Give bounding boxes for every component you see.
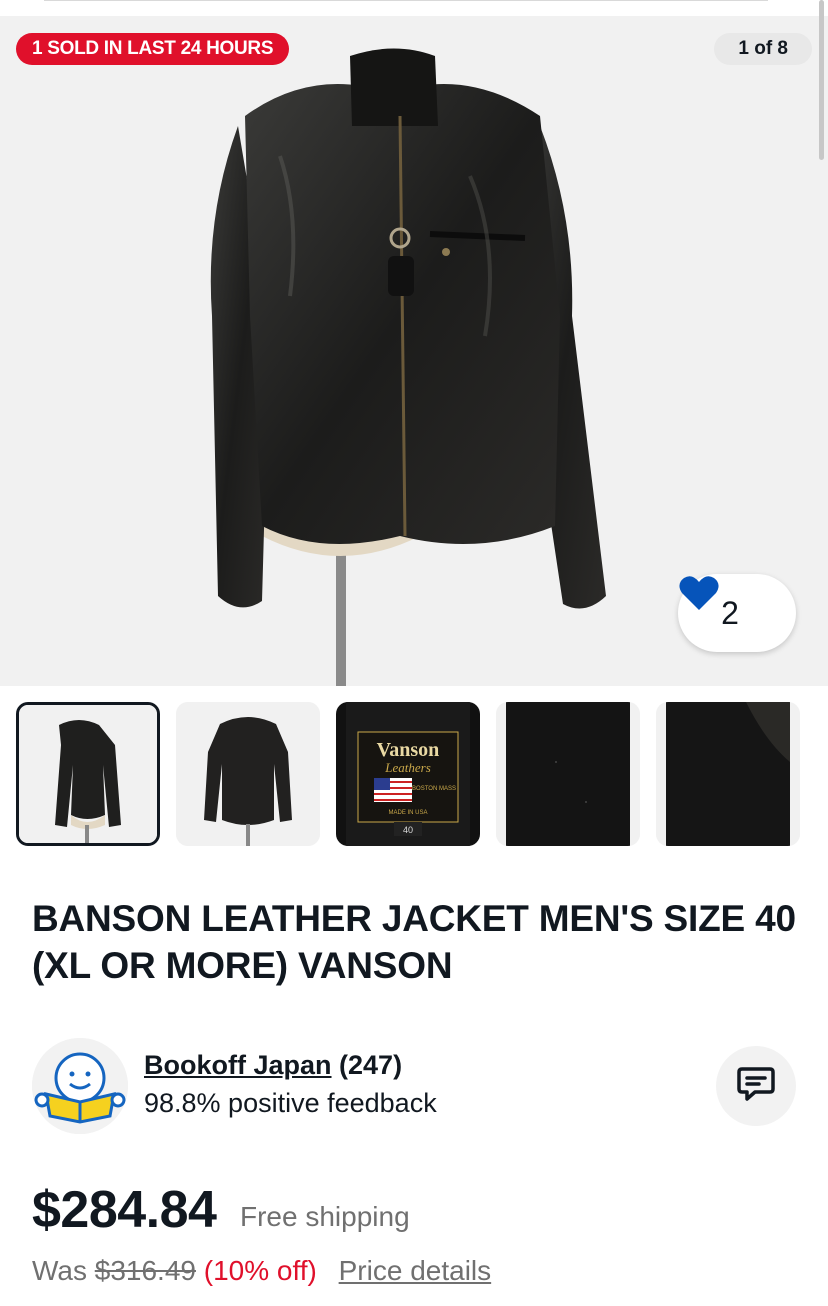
was-label: Was (32, 1255, 87, 1286)
watch-count: 2 (721, 594, 739, 631)
scrollbar[interactable] (819, 0, 824, 160)
thumbnail-4[interactable] (496, 702, 640, 846)
listing-title: BANSON LEATHER JACKET MEN'S SIZE 40 (XL … (32, 898, 796, 986)
thumbnail-1[interactable] (16, 702, 160, 846)
label-made: MADE IN USA (388, 810, 427, 816)
label-line2: Leathers (384, 760, 431, 775)
seller-feedback-count: (247) (339, 1050, 403, 1080)
watch-button[interactable]: 2 (678, 574, 796, 652)
price: $284.84 (32, 1181, 217, 1239)
seller-logo[interactable] (32, 1038, 128, 1134)
image-counter: 1 of 8 (714, 33, 812, 65)
message-icon (737, 1066, 775, 1107)
was-price-line: Was $316.49 (10% off) Price details (32, 1255, 491, 1287)
seller-name-line: Bookoff Japan (247) (144, 1050, 402, 1081)
shipping-info: Free shipping (240, 1201, 410, 1232)
seller-feedback-score: 98.8% positive feedback (144, 1088, 437, 1118)
discount: (10% off) (203, 1255, 317, 1286)
thumbnail-strip: Vanson Leathers BOSTON MASS MADE IN USA … (16, 702, 828, 846)
thumbnail-2[interactable] (176, 702, 320, 846)
seller-name-link[interactable]: Bookoff Japan (144, 1050, 332, 1080)
thumbnail-5[interactable] (656, 702, 800, 846)
label-city: BOSTON MASS (412, 786, 456, 792)
product-image-main[interactable]: 1 SOLD IN LAST 24 HOURS 1 of 8 2 (0, 16, 828, 686)
contact-seller-button[interactable] (716, 1046, 796, 1126)
was-price: $316.49 (94, 1255, 196, 1286)
price-details-link[interactable]: Price details (339, 1255, 492, 1286)
label-size: 40 (403, 825, 413, 835)
label-brand: Vanson (377, 739, 440, 761)
seller-card: Bookoff Japan (247) 98.8% positive feedb… (32, 1038, 796, 1134)
top-strip (0, 0, 828, 16)
thumbnail-3-label[interactable]: Vanson Leathers BOSTON MASS MADE IN USA … (336, 702, 480, 846)
sold-badge: 1 SOLD IN LAST 24 HOURS (16, 33, 290, 65)
